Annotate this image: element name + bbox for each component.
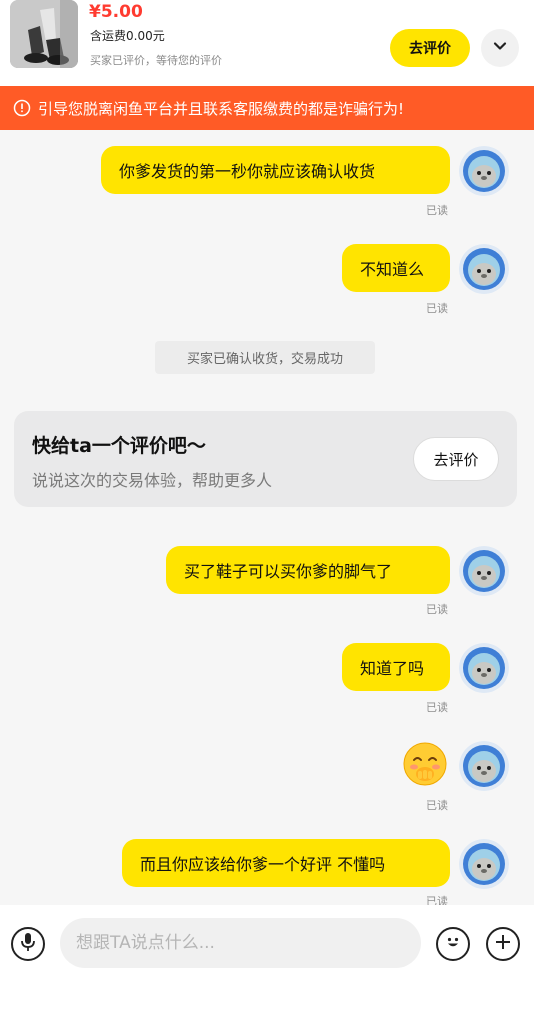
smile-icon <box>443 932 463 956</box>
blushing-face-emoji[interactable] <box>402 741 448 787</box>
avatar[interactable] <box>459 546 509 596</box>
chevron-down-icon <box>492 38 508 58</box>
avatar[interactable] <box>459 643 509 693</box>
emoji-button[interactable] <box>436 927 470 961</box>
microphone-icon <box>19 932 37 956</box>
card-title: 快给ta一个评价吧～ <box>32 435 206 457</box>
fraud-warning-banner: 引导您脱离闲鱼平台并且联系客服缴费的都是诈骗行为! <box>0 86 534 130</box>
card-review-button[interactable]: 去评价 <box>413 437 499 481</box>
plus-icon <box>494 933 512 955</box>
read-receipt: 已读 <box>426 603 448 616</box>
avatar[interactable] <box>459 741 509 791</box>
chat-screen: ¥5.00 含运费0.00元 买家已评价，等待您的评价 去评价 引导您脱离闲鱼平… <box>0 0 534 1024</box>
avatar[interactable] <box>459 146 509 196</box>
expand-button[interactable] <box>481 29 519 67</box>
card-subtitle: 说说这次的交易体验，帮助更多人 <box>32 471 273 490</box>
product-thumbnail[interactable] <box>10 0 78 68</box>
alert-circle-icon <box>12 98 32 118</box>
message-bubble[interactable]: 知道了吗 <box>342 643 450 691</box>
product-bar: ¥5.00 含运费0.00元 买家已评价，等待您的评价 去评价 <box>0 0 534 86</box>
voice-button[interactable] <box>11 927 45 961</box>
warning-text: 引导您脱离闲鱼平台并且联系客服缴费的都是诈骗行为! <box>38 99 405 118</box>
message-bubble[interactable]: 你爹发货的第一秒你就应该确认收货 <box>101 146 450 194</box>
read-receipt: 已读 <box>426 701 448 714</box>
read-receipt: 已读 <box>426 302 448 315</box>
avatar[interactable] <box>459 244 509 294</box>
more-actions-button[interactable] <box>486 927 520 961</box>
review-button[interactable]: 去评价 <box>390 29 470 67</box>
product-shipping: 含运费0.00元 <box>90 29 165 43</box>
system-notice: 买家已确认收货，交易成功 <box>155 341 375 374</box>
message-bubble[interactable]: 而且你应该给你爹一个好评 不懂吗 <box>122 839 450 887</box>
avatar[interactable] <box>459 839 509 889</box>
product-price: ¥5.00 <box>89 2 143 22</box>
input-bar <box>0 905 534 1024</box>
read-receipt: 已读 <box>426 204 448 217</box>
message-input[interactable] <box>60 918 421 968</box>
product-review-status: 买家已评价，等待您的评价 <box>90 54 222 67</box>
message-bubble[interactable]: 买了鞋子可以买你爹的脚气了 <box>166 546 450 594</box>
message-bubble[interactable]: 不知道么 <box>342 244 450 292</box>
review-prompt-card: 快给ta一个评价吧～ 说说这次的交易体验，帮助更多人 去评价 <box>14 411 517 507</box>
read-receipt: 已读 <box>426 799 448 812</box>
